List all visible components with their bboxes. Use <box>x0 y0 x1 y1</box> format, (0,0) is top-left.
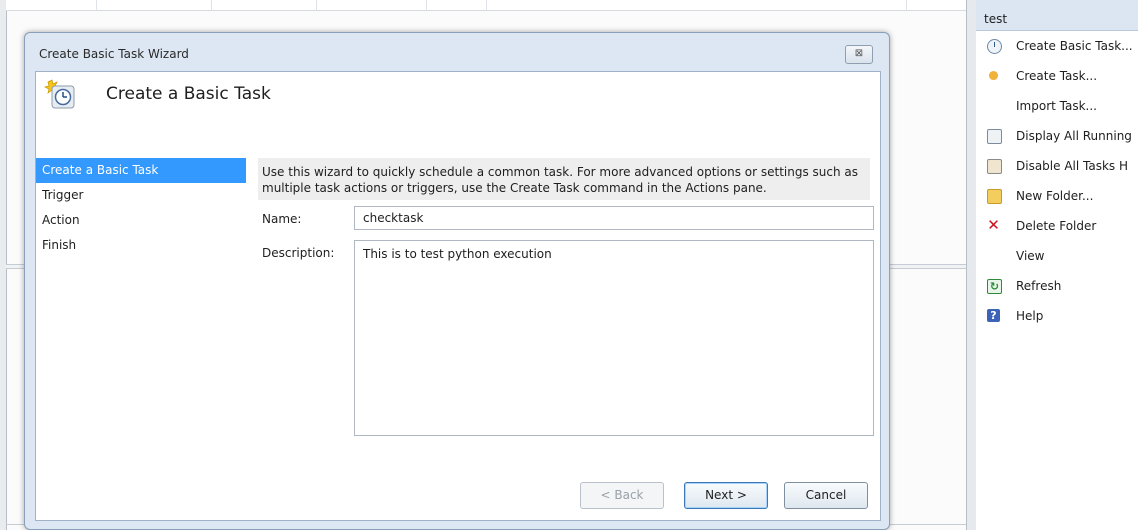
create-basic-task-dialog: Create Basic Task Wizard ⊠ Create a Basi… <box>24 32 890 530</box>
grid-column-divider <box>211 0 212 10</box>
action-label: Create Task... <box>1016 69 1098 83</box>
refresh-icon: ↻ <box>987 279 1002 294</box>
wizard-panel: Use this wizard to quickly schedule a co… <box>250 158 880 520</box>
step-action[interactable]: Action <box>36 208 246 233</box>
name-label: Name: <box>262 212 302 226</box>
action-delete-folder[interactable]: ✕ Delete Folder <box>976 211 1138 241</box>
action-display-running[interactable]: Display All Running <box>976 121 1138 151</box>
wizard-steps: Create a Basic Task Trigger Action Finis… <box>36 158 246 458</box>
wizard-heading: Create a Basic Task <box>106 84 271 104</box>
action-label: New Folder... <box>1016 189 1094 203</box>
action-label: Display All Running <box>1016 129 1132 143</box>
grid-column-divider <box>426 0 427 10</box>
action-label: Import Task... <box>1016 99 1097 113</box>
running-tasks-icon <box>987 129 1002 144</box>
action-label: Create Basic Task... <box>1016 39 1133 53</box>
action-label: Disable All Tasks H <box>1016 159 1129 173</box>
dialog-titlebar[interactable]: Create Basic Task Wizard ⊠ <box>25 33 889 71</box>
grid-column-divider <box>96 0 97 10</box>
dialog-buttons: < Back Next > Cancel <box>580 482 870 509</box>
grid-column-divider <box>316 0 317 10</box>
wizard-instructions: Use this wizard to quickly schedule a co… <box>258 158 870 200</box>
action-label: Help <box>1016 309 1044 323</box>
action-import-task[interactable]: Import Task... <box>976 91 1138 121</box>
disable-history-icon <box>987 159 1002 174</box>
task-description-input[interactable]: This is to test python execution <box>354 240 874 436</box>
action-help[interactable]: ? Help <box>976 301 1138 331</box>
close-button[interactable]: ⊠ <box>845 45 873 64</box>
action-label: Refresh <box>1016 279 1062 293</box>
actions-pane: test Create Basic Task... Create Task...… <box>976 0 1138 530</box>
step-create-basic-task[interactable]: Create a Basic Task <box>36 158 246 183</box>
wizard-content: Create a Basic Task Create a Basic Task … <box>35 71 881 521</box>
action-view[interactable]: View <box>976 241 1138 271</box>
action-new-folder[interactable]: New Folder... <box>976 181 1138 211</box>
grid-column-divider <box>486 0 487 10</box>
action-label: View <box>1016 249 1045 263</box>
cancel-button[interactable]: Cancel <box>784 482 868 509</box>
grid-column-divider <box>906 0 907 10</box>
task-grid-header <box>6 0 966 11</box>
actions-header[interactable]: test <box>976 0 1138 31</box>
clock-task-icon <box>987 39 1002 54</box>
action-refresh[interactable]: ↻ Refresh <box>976 271 1138 301</box>
next-button[interactable]: Next > <box>684 482 768 509</box>
step-finish[interactable]: Finish <box>36 233 246 258</box>
action-disable-history[interactable]: Disable All Tasks H <box>976 151 1138 181</box>
dialog-title: Create Basic Task Wizard <box>39 47 189 61</box>
action-create-task[interactable]: Create Task... <box>976 61 1138 91</box>
action-create-basic-task[interactable]: Create Basic Task... <box>976 31 1138 61</box>
back-button[interactable]: < Back <box>580 482 664 509</box>
task-name-input[interactable] <box>354 206 874 230</box>
description-label: Description: <box>262 246 335 260</box>
step-trigger[interactable]: Trigger <box>36 183 246 208</box>
help-icon: ? <box>987 309 1000 322</box>
task-icon <box>988 70 999 81</box>
task-wizard-icon <box>44 79 75 109</box>
delete-icon: ✕ <box>987 216 1000 234</box>
folder-icon <box>987 189 1002 204</box>
wizard-header: Create a Basic Task <box>36 72 880 152</box>
action-label: Delete Folder <box>1016 219 1097 233</box>
